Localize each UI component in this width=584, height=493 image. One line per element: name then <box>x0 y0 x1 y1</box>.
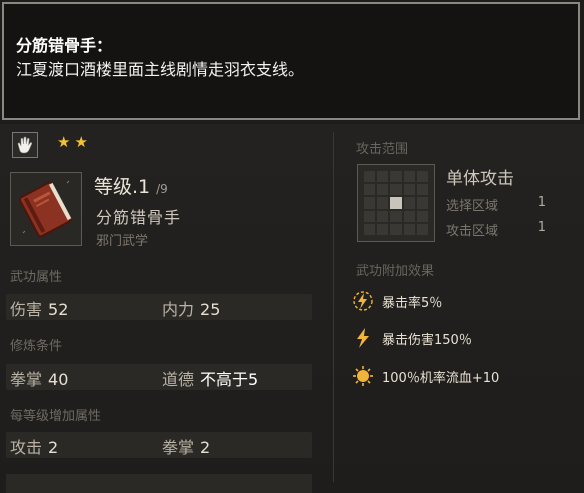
requirements-row: 拳掌 40 道德 不高于5 <box>6 364 312 390</box>
attribute-internal-power: 内力 25 <box>162 296 220 320</box>
select-area-label: 选择区域 <box>446 199 499 214</box>
tooltip: 分筋错骨手： 江夏渡口酒楼里面主线剧情走羽衣支线。 <box>2 2 580 120</box>
per-level-row: 攻击 2 拳掌 2 <box>6 432 312 458</box>
attack-area-label: 攻击区域 <box>446 224 499 239</box>
attack-area-value: 1 <box>537 220 546 235</box>
per-level-label: 攻击 <box>10 438 43 457</box>
level-label: 等级.1 <box>94 176 151 198</box>
attribute-damage: 伤害 52 <box>10 296 68 320</box>
bleed-icon <box>352 365 374 387</box>
level-max: /9 <box>156 182 168 196</box>
attributes-section-label: 武功属性 <box>10 270 63 285</box>
attack-range-grid <box>357 164 435 242</box>
star-icon: ★ <box>57 133 71 151</box>
attribute-label: 内力 <box>162 300 195 319</box>
requirements-section-label: 修炼条件 <box>10 339 63 354</box>
skill-type: 邪门武学 <box>96 234 149 249</box>
hand-icon[interactable] <box>12 132 38 158</box>
star-icon: ★ <box>74 133 88 151</box>
attribute-value: 52 <box>48 300 69 319</box>
effect-bleed: 100％机率流血+10 <box>352 365 499 387</box>
target-cell <box>390 197 402 209</box>
attack-range-label: 攻击范围 <box>356 142 409 157</box>
requirement-label: 拳掌 <box>10 370 43 389</box>
requirement-value: 40 <box>48 370 69 389</box>
attribute-value: 25 <box>200 300 221 319</box>
requirement-value: 不高于5 <box>200 370 259 389</box>
effect-text: 100％机率流血+10 <box>382 370 500 386</box>
attack-area-row: 攻击区域 1 <box>446 220 546 239</box>
effect-crit-damage: 暴击伤害150％ <box>352 327 472 349</box>
crit-rate-icon <box>352 290 374 312</box>
skill-book-icon <box>10 172 82 246</box>
per-level-section-label: 每等级增加属性 <box>10 409 102 424</box>
per-level-attack: 攻击 2 <box>10 434 58 458</box>
attribute-label: 伤害 <box>10 300 43 319</box>
effect-text: 暴击伤害150％ <box>382 332 472 348</box>
attributes-row: 伤害 52 内力 25 <box>6 294 312 320</box>
per-level-fist: 拳掌 2 <box>162 434 210 458</box>
effects-label: 武功附加效果 <box>356 264 435 279</box>
empty-row <box>6 474 312 493</box>
attack-type: 单体攻击 <box>446 169 514 189</box>
star-rating: ★ ★ <box>57 135 88 150</box>
per-level-label: 拳掌 <box>162 438 195 457</box>
requirement-morality: 道德 不高于5 <box>162 366 258 390</box>
requirement-label: 道德 <box>162 370 195 389</box>
select-area-value: 1 <box>537 195 546 210</box>
column-divider <box>333 132 334 482</box>
requirement-fist: 拳掌 40 <box>10 366 68 390</box>
tooltip-text: 江夏渡口酒楼里面主线剧情走羽衣支线。 <box>16 60 305 79</box>
tooltip-title: 分筋错骨手： <box>16 36 113 55</box>
crit-damage-icon <box>352 327 374 349</box>
per-level-value: 2 <box>48 438 59 457</box>
effect-text: 暴击率5％ <box>382 295 443 311</box>
select-area-row: 选择区域 1 <box>446 195 546 214</box>
effect-crit-rate: 暴击率5％ <box>352 290 442 312</box>
per-level-value: 2 <box>200 438 211 457</box>
skill-detail-panel: ★ ★ 等级.1/9 分筋错骨手 邪门武学 武功属性 伤害 52 内力 25 修炼条… <box>0 124 584 493</box>
skill-level: 等级.1/9 <box>94 172 168 199</box>
skill-name: 分筋错骨手 <box>96 208 182 227</box>
